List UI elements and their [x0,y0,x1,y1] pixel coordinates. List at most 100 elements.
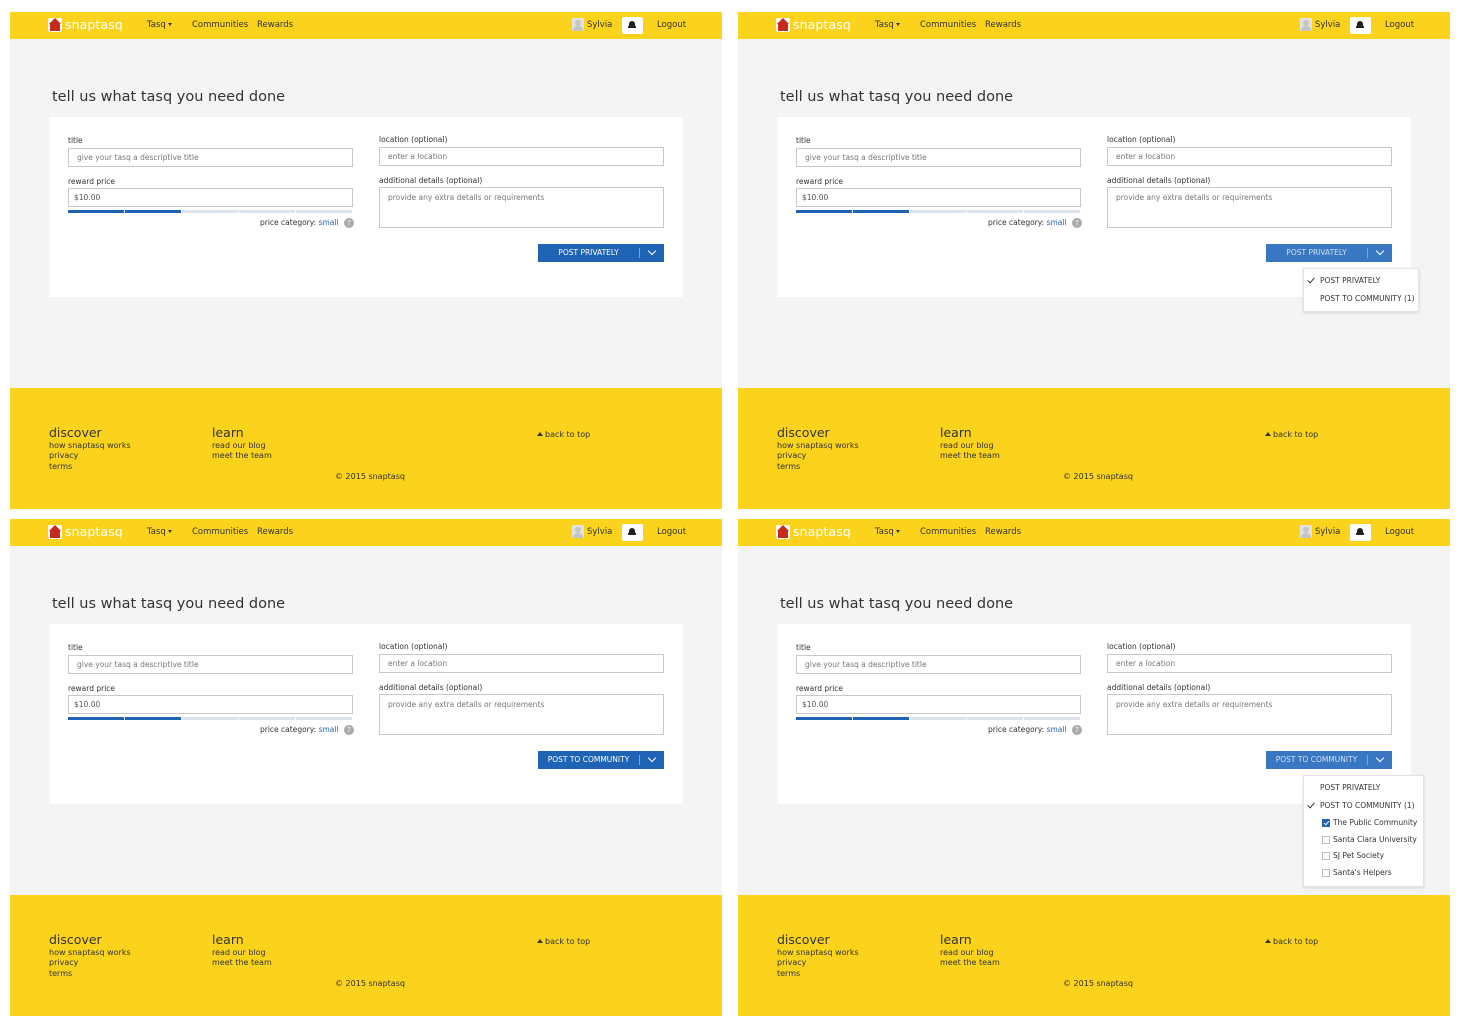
community-option[interactable]: SJ Pet Society [1322,851,1384,861]
logout-link[interactable]: Logout [1385,20,1414,30]
new-tasq-form: title give your tasq a descriptive title… [49,117,683,297]
reward-price-input[interactable]: $10.00 [68,695,353,714]
nav-communities[interactable]: Communities [920,527,976,537]
footer-link-privacy[interactable]: privacy [777,958,806,967]
location-input[interactable]: enter a location [1107,147,1392,166]
community-option[interactable]: Santa Clara University [1322,835,1417,844]
back-to-top-link[interactable]: back to top [537,937,590,946]
location-input[interactable]: enter a location [379,654,664,673]
reward-price-input[interactable]: $10.00 [796,695,1081,714]
footer-link-how-it-works[interactable]: how snaptasq works [49,441,131,450]
reward-price-input[interactable]: $10.00 [68,188,353,207]
post-button[interactable]: POST TO COMMUNITY [1266,751,1367,769]
community-option[interactable]: Santa's Helpers [1322,868,1392,878]
nav-communities[interactable]: Communities [192,527,248,537]
footer-link-privacy[interactable]: privacy [777,451,806,460]
community-option-label: The Public Community [1333,818,1418,827]
details-label: additional details (optional) [1107,176,1211,185]
back-to-top-link[interactable]: back to top [1265,430,1318,439]
nav-communities[interactable]: Communities [192,20,248,30]
nav-tasq-menu[interactable]: Tasq [875,527,900,537]
menu-item-post-privately[interactable]: POST PRIVATELY [1320,783,1380,792]
details-textarea[interactable]: provide any extra details or requirement… [1107,187,1392,228]
post-button[interactable]: POST PRIVATELY [538,244,639,262]
footer-link-how-it-works[interactable]: how snaptasq works [777,948,859,957]
nav-tasq-menu[interactable]: Tasq [875,20,900,30]
notifications-button[interactable] [1350,17,1371,34]
help-icon[interactable]: ? [1071,218,1082,228]
community-checkbox[interactable] [1322,852,1330,861]
nav-rewards[interactable]: Rewards [985,20,1021,30]
notifications-button[interactable] [622,17,643,34]
footer-link-terms[interactable]: terms [49,969,72,978]
post-options-toggle[interactable] [640,751,664,769]
menu-item-post-privately-label: POST PRIVATELY [1320,276,1381,285]
footer-link-team[interactable]: meet the team [212,958,272,967]
house-logo-icon [776,525,790,539]
nav-tasq-menu[interactable]: Tasq [147,527,172,537]
price-meter-segment [796,717,852,720]
footer-link-team[interactable]: meet the team [940,958,1000,967]
footer-link-blog[interactable]: read our blog [212,441,266,450]
menu-item-post-to-community[interactable]: POST TO COMMUNITY (1) [1320,294,1415,303]
price-category-value: small [318,725,339,734]
caret-down-icon [895,530,900,533]
title-input[interactable]: give your tasq a descriptive title [796,655,1081,674]
title-input[interactable]: give your tasq a descriptive title [68,655,353,674]
notifications-button[interactable] [622,524,643,541]
footer-link-team[interactable]: meet the team [940,451,1000,460]
price-meter-segment [182,210,238,213]
help-icon[interactable]: ? [343,725,354,735]
location-input[interactable]: enter a location [379,147,664,166]
copyright: © 2015 snaptasq [1063,472,1133,481]
back-to-top-link[interactable]: back to top [537,430,590,439]
community-option[interactable]: The Public Community [1322,818,1418,827]
footer-link-terms[interactable]: terms [777,462,800,471]
footer-link-team[interactable]: meet the team [212,451,272,460]
logout-link[interactable]: Logout [657,20,686,30]
price-meter [68,210,353,213]
menu-item-post-privately[interactable]: POST PRIVATELY [1307,275,1381,285]
post-button[interactable]: POST PRIVATELY [1266,244,1367,262]
nav-rewards[interactable]: Rewards [257,527,293,537]
back-to-top-link[interactable]: back to top [1265,937,1318,946]
footer-link-blog[interactable]: read our blog [212,948,266,957]
footer-link-how-it-works[interactable]: how snaptasq works [49,948,131,957]
help-icon[interactable]: ? [343,218,354,228]
menu-item-post-privately-label: POST PRIVATELY [1320,783,1381,792]
notifications-button[interactable] [1350,524,1371,541]
community-checkbox[interactable] [1322,835,1330,844]
post-options-toggle[interactable] [1368,751,1392,769]
footer-learn-heading: learn [212,425,244,440]
title-input[interactable]: give your tasq a descriptive title [68,148,353,167]
nav-communities[interactable]: Communities [920,20,976,30]
nav-tasq-menu[interactable]: Tasq [147,20,172,30]
reward-price-input[interactable]: $10.00 [796,188,1081,207]
brand-name: snaptasq [65,524,123,539]
nav-rewards[interactable]: Rewards [257,20,293,30]
post-options-toggle[interactable] [1368,244,1392,262]
title-input[interactable]: give your tasq a descriptive title [796,148,1081,167]
title-label: title [68,136,83,145]
footer-link-terms[interactable]: terms [777,969,800,978]
nav-rewards[interactable]: Rewards [985,527,1021,537]
logout-link[interactable]: Logout [1385,527,1414,537]
footer-link-blog[interactable]: read our blog [940,948,994,957]
details-textarea[interactable]: provide any extra details or requirement… [1107,694,1392,735]
community-checkbox[interactable] [1322,819,1330,827]
post-options-toggle[interactable] [640,244,664,262]
location-input[interactable]: enter a location [1107,654,1392,673]
footer-link-privacy[interactable]: privacy [49,958,78,967]
details-textarea[interactable]: provide any extra details or requirement… [379,694,664,735]
footer-link-terms[interactable]: terms [49,462,72,471]
post-options-menu: POST PRIVATELY POST TO COMMUNITY (1) [1303,268,1419,312]
post-button[interactable]: POST TO COMMUNITY [538,751,639,769]
details-textarea[interactable]: provide any extra details or requirement… [379,187,664,228]
logout-link[interactable]: Logout [657,527,686,537]
footer-link-privacy[interactable]: privacy [49,451,78,460]
community-checkbox[interactable] [1322,869,1330,878]
help-icon[interactable]: ? [1071,725,1082,735]
footer-link-blog[interactable]: read our blog [940,441,994,450]
menu-item-post-to-community[interactable]: POST TO COMMUNITY (1) [1307,800,1415,810]
footer-link-how-it-works[interactable]: how snaptasq works [777,441,859,450]
